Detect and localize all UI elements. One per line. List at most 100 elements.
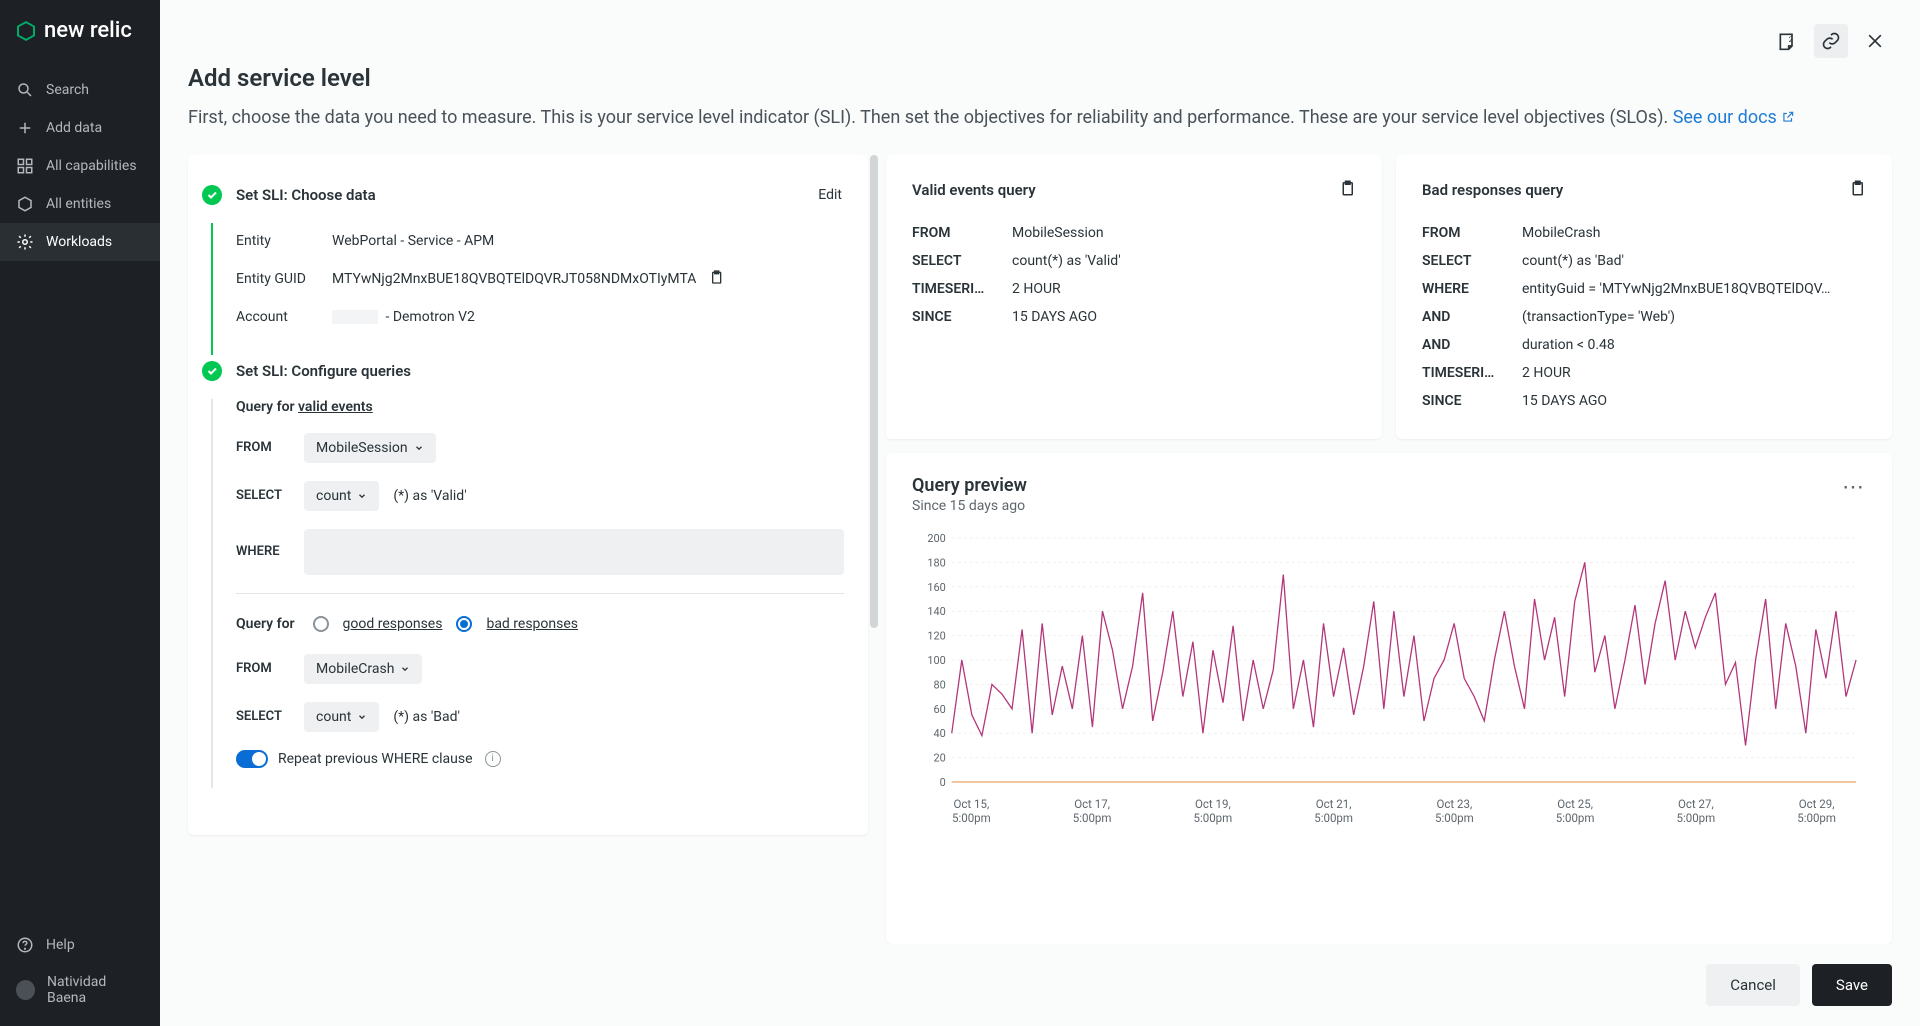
sidebar-item-all-entities[interactable]: All entities — [0, 185, 160, 223]
redacted — [332, 310, 378, 324]
kv-key: Account — [236, 309, 332, 325]
brand-icon — [14, 19, 38, 43]
radio-bad-label[interactable]: bad responses — [486, 616, 578, 632]
link-button[interactable] — [1814, 24, 1848, 58]
check-circle-icon — [202, 361, 222, 381]
sidebar-item-label: Natividad Baena — [47, 974, 144, 1006]
clause-value: 15 DAYS AGO — [1522, 393, 1866, 409]
x-tick-label: Oct 29,5:00pm — [1797, 798, 1836, 826]
plus-icon — [16, 119, 34, 137]
radio-bad[interactable] — [456, 616, 472, 632]
sidebar-item-all-capabilities[interactable]: All capabilities — [0, 147, 160, 185]
card-title: Valid events query — [912, 181, 1036, 199]
sidebar-bottom: Help Natividad Baena — [0, 926, 160, 1026]
clause-value: entityGuid = 'MTYwNjg2MnxBUE18QVBQTElDQV… — [1522, 281, 1866, 297]
help-icon — [16, 936, 34, 954]
svg-text:0: 0 — [940, 776, 946, 789]
clause-value: 2 HOUR — [1012, 281, 1356, 297]
chevron-down-icon — [414, 443, 424, 453]
sidebar-item-label: All entities — [46, 196, 111, 212]
page-header: Add service level First, choose the data… — [160, 58, 1920, 155]
clause-value: MobileSession — [1012, 225, 1356, 241]
docs-link[interactable]: See our docs — [1673, 107, 1796, 128]
svg-text:200: 200 — [927, 532, 945, 545]
sidebar-item-search[interactable]: Search — [0, 71, 160, 109]
svg-text:80: 80 — [934, 678, 946, 691]
from-select-bad[interactable]: MobileCrash — [304, 654, 422, 684]
clause-row: AND(transactionType= 'Web') — [1422, 303, 1866, 331]
clause-key: SINCE — [1422, 393, 1522, 409]
x-tick-label: Oct 15,5:00pm — [952, 798, 991, 826]
x-tick-label: Oct 17,5:00pm — [1073, 798, 1112, 826]
radio-good-label[interactable]: good responses — [343, 616, 443, 632]
svg-text:60: 60 — [934, 703, 946, 716]
save-button[interactable]: Save — [1812, 964, 1892, 1006]
select-label: SELECT — [236, 488, 290, 503]
sidebar-item-label: Workloads — [46, 234, 112, 250]
valid-events-query-card: Valid events query FROMMobileSession SELE… — [886, 155, 1382, 439]
copy-button[interactable] — [1848, 179, 1866, 201]
clause-value: duration < 0.48 — [1522, 337, 1866, 353]
brand-name: new relic — [44, 18, 132, 43]
svg-text:100: 100 — [927, 654, 945, 667]
x-tick-label: Oct 21,5:00pm — [1314, 798, 1353, 826]
cancel-button[interactable]: Cancel — [1706, 964, 1800, 1006]
sidebar-item-label: All capabilities — [46, 158, 137, 174]
more-button[interactable]: ⋯ — [1842, 475, 1866, 500]
repeat-where-label: Repeat previous WHERE clause — [278, 751, 473, 767]
clause-value: (transactionType= 'Web') — [1522, 309, 1866, 325]
clipboard-icon — [1338, 179, 1356, 197]
sidebar-item-label: Search — [46, 82, 89, 98]
repeat-where-toggle-row: Repeat previous WHERE clause i — [236, 750, 868, 768]
query-preview-card: Query preview Since 15 days ago ⋯ 020406… — [886, 453, 1892, 944]
clause-row: SELECTcount(*) as 'Valid' — [912, 247, 1356, 275]
select-select[interactable]: count — [304, 481, 379, 511]
notes-icon: 2 — [1777, 31, 1797, 51]
clause-row: TIMESERI…2 HOUR — [912, 275, 1356, 303]
clause-key: FROM — [912, 225, 1012, 241]
info-icon[interactable]: i — [485, 751, 501, 767]
kv-value: - Demotron V2 — [332, 309, 475, 325]
repeat-where-toggle[interactable] — [236, 750, 268, 768]
radio-good[interactable] — [313, 616, 329, 632]
kv-key: Entity — [236, 233, 332, 249]
select-expression: (*) as 'Valid' — [393, 488, 466, 504]
svg-text:180: 180 — [927, 556, 945, 569]
kv-value: WebPortal - Service - APM — [332, 233, 494, 249]
clipboard-icon — [708, 269, 724, 285]
bad-responses-query-card: Bad responses query FROMMobileCrashSELEC… — [1396, 155, 1892, 439]
scrollbar[interactable] — [870, 155, 878, 629]
notes-button[interactable]: 2 — [1770, 24, 1804, 58]
from-select[interactable]: MobileSession — [304, 433, 436, 463]
divider — [236, 593, 844, 594]
select-select-bad[interactable]: count — [304, 702, 379, 732]
external-link-icon — [1781, 110, 1795, 124]
clause-key: TIMESERI… — [912, 281, 1012, 297]
sidebar-item-help[interactable]: Help — [0, 926, 160, 964]
clause-row: ANDduration < 0.48 — [1422, 331, 1866, 359]
copy-button[interactable] — [1338, 179, 1356, 201]
svg-text:40: 40 — [934, 727, 946, 740]
where-label: WHERE — [236, 544, 290, 559]
x-tick-label: Oct 25,5:00pm — [1556, 798, 1595, 826]
brand-logo[interactable]: new relic — [0, 0, 160, 61]
sidebar-item-user[interactable]: Natividad Baena — [0, 964, 160, 1016]
card-title: Bad responses query — [1422, 181, 1563, 199]
query-for-radio-group: Query for good responses bad responses — [236, 616, 868, 632]
chevron-down-icon — [357, 491, 367, 501]
step-title: Set SLI: Configure queries — [236, 362, 411, 380]
sidebar-item-workloads[interactable]: Workloads — [0, 223, 160, 261]
step-title: Set SLI: Choose data — [236, 186, 376, 204]
close-button[interactable] — [1858, 24, 1892, 58]
link-icon — [1821, 31, 1841, 51]
where-input[interactable] — [304, 529, 844, 575]
preview-subtitle: Since 15 days ago — [912, 498, 1027, 514]
edit-link[interactable]: Edit — [818, 187, 842, 203]
x-tick-label: Oct 27,5:00pm — [1677, 798, 1716, 826]
check-circle-icon — [202, 185, 222, 205]
copy-button[interactable] — [708, 269, 724, 289]
config-panel: Set SLI: Choose data Edit EntityWebPorta… — [188, 155, 868, 944]
svg-text:20: 20 — [934, 751, 946, 764]
sidebar-item-add-data[interactable]: Add data — [0, 109, 160, 147]
step-configure-queries: Set SLI: Configure queries — [236, 361, 868, 381]
